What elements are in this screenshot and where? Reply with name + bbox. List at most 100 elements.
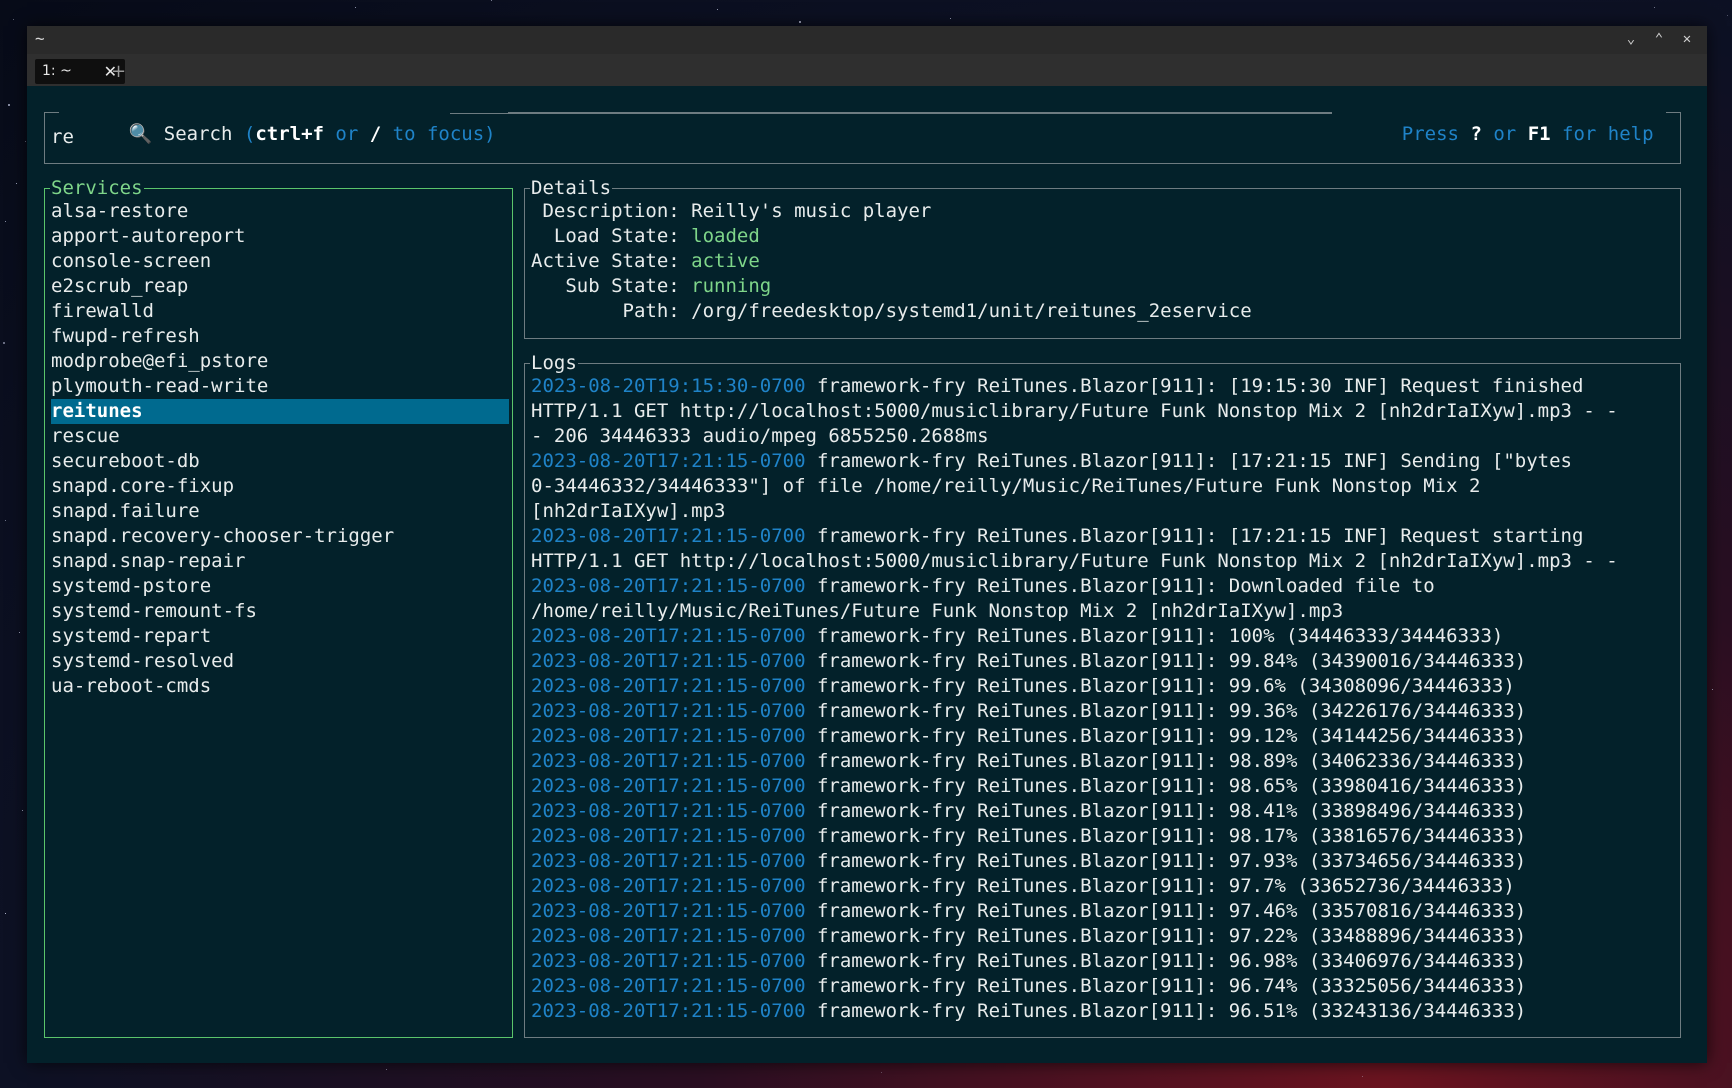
search-hint-to-focus: to focus) — [392, 123, 496, 145]
log-timestamp: 2023-08-20T17:21:15-0700 — [531, 850, 806, 872]
service-item[interactable]: snapd.failure — [51, 499, 509, 524]
services-panel[interactable]: Services alsa-restore apport-autoreport co… — [44, 177, 513, 1038]
detail-label: Sub State: — [531, 275, 692, 297]
search-label: Search — [163, 123, 233, 145]
window-title: ~ — [35, 29, 45, 48]
log-timestamp: 2023-08-20T17:21:15-0700 — [531, 950, 806, 972]
log-line: 2023-08-20T17:21:15-0700 framework-fry R… — [531, 874, 1515, 899]
log-message: framework-fry ReiTunes.Blazor[911]: 99.3… — [805, 700, 1527, 722]
search-hint-open: ( — [243, 123, 256, 145]
title-bar: ~ ⌄ ⌃ ✕ — [27, 26, 1707, 54]
log-timestamp: 2023-08-20T17:21:15-0700 — [531, 750, 806, 772]
log-message: framework-fry ReiTunes.Blazor[911]: 97.4… — [805, 900, 1527, 922]
help-for-help: for help — [1562, 123, 1654, 145]
tab-bar — [27, 54, 1707, 86]
help-or: or — [1493, 123, 1517, 145]
log-line: 2023-08-20T17:21:15-0700 framework-fry R… — [531, 924, 1526, 949]
detail-row: Description: Reilly's music player — [531, 199, 931, 224]
log-message: framework-fry ReiTunes.Blazor[911]: 99.6… — [805, 675, 1515, 697]
search-hint-key1: ctrl+f — [255, 123, 324, 145]
detail-value: /org/freedesktop/systemd1/unit/reitunes_… — [691, 300, 1252, 322]
service-item[interactable]: rescue — [51, 424, 509, 449]
log-timestamp: 2023-08-20T17:21:15-0700 — [531, 700, 806, 722]
log-message: framework-fry ReiTunes.Blazor[911]: [17:… — [805, 450, 1572, 472]
logs-panel[interactable]: Logs 2023-08-20T19:15:30-0700 framework-… — [524, 352, 1681, 1038]
search-hint-key2: / — [369, 123, 382, 145]
chevron-down-icon[interactable]: ⌄ — [1623, 31, 1639, 47]
log-timestamp: 2023-08-20T17:21:15-0700 — [531, 575, 806, 597]
log-message: framework-fry ReiTunes.Blazor[911]: 98.4… — [805, 800, 1527, 822]
search-panel[interactable]: 🔍 Search (ctrl+f or / to focus) Press ? … — [44, 101, 1681, 164]
log-line: 2023-08-20T17:21:15-0700 framework-fry R… — [531, 724, 1526, 749]
service-item[interactable]: snapd.recovery-chooser-trigger — [51, 524, 509, 549]
detail-value: running — [691, 275, 772, 297]
service-item[interactable]: secureboot-db — [51, 449, 509, 474]
service-item[interactable]: fwupd-refresh — [51, 324, 509, 349]
search-hint-or: or — [335, 123, 359, 145]
service-item[interactable]: systemd-repart — [51, 624, 509, 649]
service-item[interactable]: plymouth-read-write — [51, 374, 509, 399]
detail-label: Path: — [531, 300, 692, 322]
service-item[interactable]: firewalld — [51, 299, 509, 324]
log-timestamp: 2023-08-20T17:21:15-0700 — [531, 450, 806, 472]
detail-label: Description: — [531, 200, 692, 222]
log-message: [nh2drIaIXyw].mp3 — [531, 500, 726, 522]
help-key2: F1 — [1527, 123, 1551, 145]
search-input[interactable]: re — [51, 125, 74, 150]
service-item[interactable]: reitunes — [51, 399, 509, 424]
log-message: framework-fry ReiTunes.Blazor[911]: [17:… — [805, 525, 1584, 547]
detail-row: Load State: loaded — [531, 224, 760, 249]
service-item[interactable]: e2scrub_reap — [51, 274, 509, 299]
log-line: HTTP/1.1 GET http://localhost:5000/music… — [531, 549, 1618, 574]
close-icon[interactable]: ✕ — [1679, 31, 1695, 47]
new-tab-button[interactable]: + — [111, 61, 126, 82]
service-item[interactable]: systemd-remount-fs — [51, 599, 509, 624]
log-message: framework-fry ReiTunes.Blazor[911]: 97.2… — [805, 925, 1527, 947]
log-line: 2023-08-20T17:21:15-0700 framework-fry R… — [531, 824, 1526, 849]
log-timestamp: 2023-08-20T17:21:15-0700 — [531, 925, 806, 947]
help-press: Press — [1401, 123, 1459, 145]
detail-row: Path: /org/freedesktop/systemd1/unit/rei… — [531, 299, 1252, 324]
log-message: framework-fry ReiTunes.Blazor[911]: 97.9… — [805, 850, 1527, 872]
detail-row: Sub State: running — [531, 274, 771, 299]
service-item[interactable]: systemd-pstore — [51, 574, 509, 599]
service-item[interactable]: snapd.core-fixup — [51, 474, 509, 499]
service-item[interactable]: console-screen — [51, 249, 509, 274]
log-timestamp: 2023-08-20T17:21:15-0700 — [531, 825, 806, 847]
log-line: 2023-08-20T17:21:15-0700 framework-fry R… — [531, 774, 1526, 799]
log-line: 2023-08-20T17:21:15-0700 framework-fry R… — [531, 624, 1503, 649]
log-message: framework-fry ReiTunes.Blazor[911]: 99.8… — [805, 650, 1527, 672]
log-line: 2023-08-20T17:21:15-0700 framework-fry R… — [531, 524, 1583, 549]
log-timestamp: 2023-08-20T17:21:15-0700 — [531, 625, 806, 647]
detail-label: Load State: — [531, 225, 692, 247]
log-message: framework-fry ReiTunes.Blazor[911]: 98.1… — [805, 825, 1527, 847]
log-message: framework-fry ReiTunes.Blazor[911]: 99.1… — [805, 725, 1527, 747]
log-timestamp: 2023-08-20T17:21:15-0700 — [531, 975, 806, 997]
log-line: 2023-08-20T17:21:15-0700 framework-fry R… — [531, 849, 1526, 874]
help-key1: ? — [1470, 123, 1482, 145]
service-item[interactable]: snapd.snap-repair — [51, 549, 509, 574]
log-line: 2023-08-20T17:21:15-0700 framework-fry R… — [531, 899, 1526, 924]
chevron-up-icon[interactable]: ⌃ — [1651, 31, 1667, 47]
log-message: - 206 34446333 audio/mpeg 6855250.2688ms — [531, 425, 989, 447]
log-line: 2023-08-20T17:21:15-0700 framework-fry R… — [531, 749, 1526, 774]
service-item[interactable]: ua-reboot-cmds — [51, 674, 509, 699]
log-line: 2023-08-20T17:21:15-0700 framework-fry R… — [531, 649, 1526, 674]
log-timestamp: 2023-08-20T17:21:15-0700 — [531, 900, 806, 922]
search-legend: 🔍 Search (ctrl+f or / to focus) — [59, 101, 509, 145]
logs-title: Logs — [530, 352, 578, 374]
log-message: framework-fry ReiTunes.Blazor[911]: [19:… — [805, 375, 1584, 397]
log-line: 2023-08-20T17:21:15-0700 framework-fry R… — [531, 999, 1526, 1024]
services-title: Services — [50, 177, 144, 199]
service-item[interactable]: systemd-resolved — [51, 649, 509, 674]
log-line: [nh2drIaIXyw].mp3 — [531, 499, 725, 524]
service-item[interactable]: alsa-restore — [51, 199, 509, 224]
log-line: - 206 34446333 audio/mpeg 6855250.2688ms — [531, 424, 989, 449]
log-timestamp: 2023-08-20T17:21:15-0700 — [531, 1000, 806, 1022]
log-message: HTTP/1.1 GET http://localhost:5000/music… — [531, 400, 1618, 422]
detail-value: loaded — [691, 225, 760, 247]
log-timestamp: 2023-08-20T19:15:30-0700 — [531, 375, 806, 397]
service-item[interactable]: modprobe@efi_pstore — [51, 349, 509, 374]
log-line: /home/reilly/Music/ReiTunes/Future Funk … — [531, 599, 1343, 624]
service-item[interactable]: apport-autoreport — [51, 224, 509, 249]
